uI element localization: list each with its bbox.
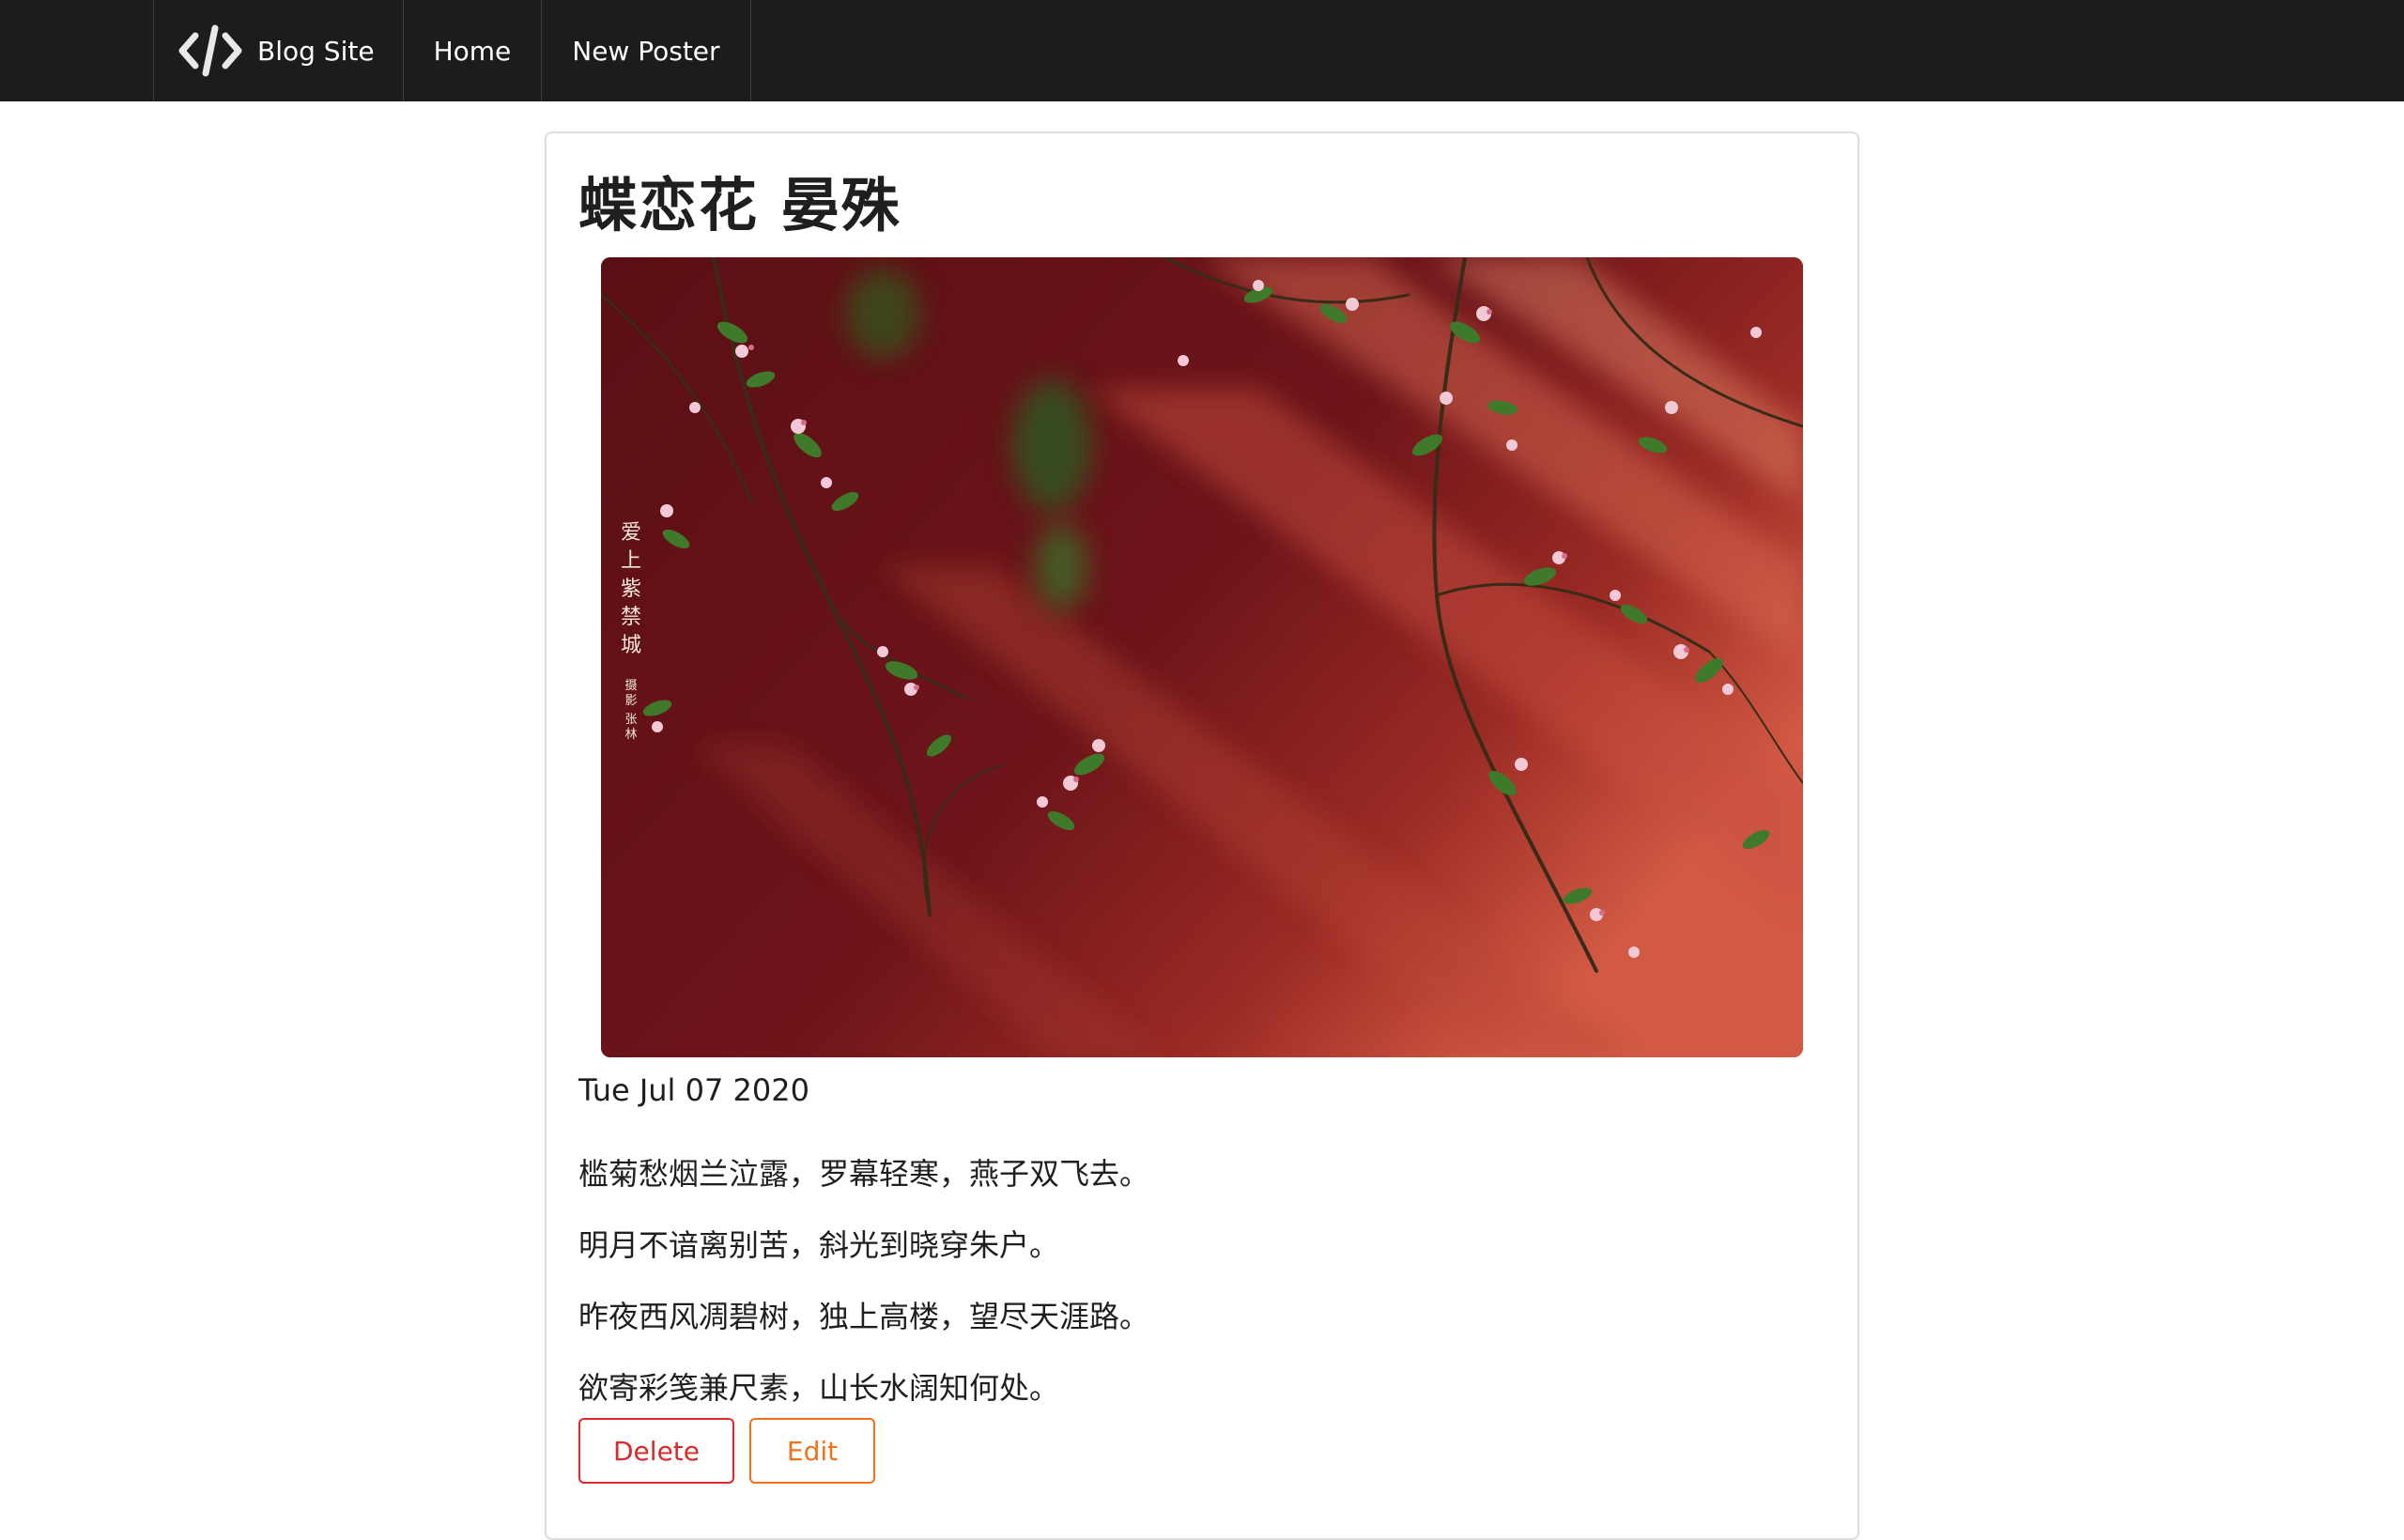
svg-text:上: 上 (621, 549, 641, 573)
poem-line: 槛菊愁烟兰泣露，罗幕轻寒，燕子双飞去。 (578, 1156, 1150, 1192)
post-date: Tue Jul 07 2020 (578, 1072, 809, 1108)
brand-label: Blog Site (257, 35, 375, 67)
post-card: 蝶恋花 晏殊 爱 上 紫 禁 城 摄 影 张 林 Tue Jul 07 2020… (545, 131, 1859, 1540)
svg-text:摄: 摄 (624, 679, 637, 693)
edit-button[interactable]: Edit (749, 1418, 875, 1484)
nav-item-new-poster[interactable]: New Poster (542, 0, 751, 101)
brand-link[interactable]: Blog Site (153, 0, 404, 101)
nav-item-home[interactable]: Home (404, 0, 543, 101)
top-navbar: Blog Site Home New Poster (0, 0, 2404, 101)
poem-line: 欲寄彩笺兼尺素，山长水阔知何处。 (578, 1370, 1060, 1406)
svg-text:禁: 禁 (621, 606, 641, 629)
svg-text:城: 城 (621, 634, 641, 657)
nav-item-label: Home (433, 35, 512, 67)
post-actions: Delete Edit (578, 1418, 875, 1484)
image-overlay-title: 爱 (621, 521, 641, 545)
nav-item-label: New Poster (572, 35, 720, 67)
svg-text:林: 林 (624, 728, 637, 742)
post-title: 蝶恋花 晏殊 (578, 171, 902, 239)
svg-text:张: 张 (624, 713, 637, 727)
code-icon (177, 24, 244, 77)
poem-line: 昨夜西风凋碧树，独上高楼，望尽天涯路。 (578, 1299, 1150, 1334)
svg-text:影: 影 (624, 694, 637, 708)
post-image: 爱 上 紫 禁 城 摄 影 张 林 (601, 257, 1803, 1057)
post-body: 槛菊愁烟兰泣露，罗幕轻寒，燕子双飞去。 明月不谙离别苦，斜光到晓穿朱户。 昨夜西… (578, 1138, 1799, 1424)
svg-text:紫: 紫 (621, 578, 641, 601)
poem-line: 明月不谙离别苦，斜光到晓穿朱户。 (578, 1227, 1060, 1263)
delete-button[interactable]: Delete (578, 1418, 734, 1484)
